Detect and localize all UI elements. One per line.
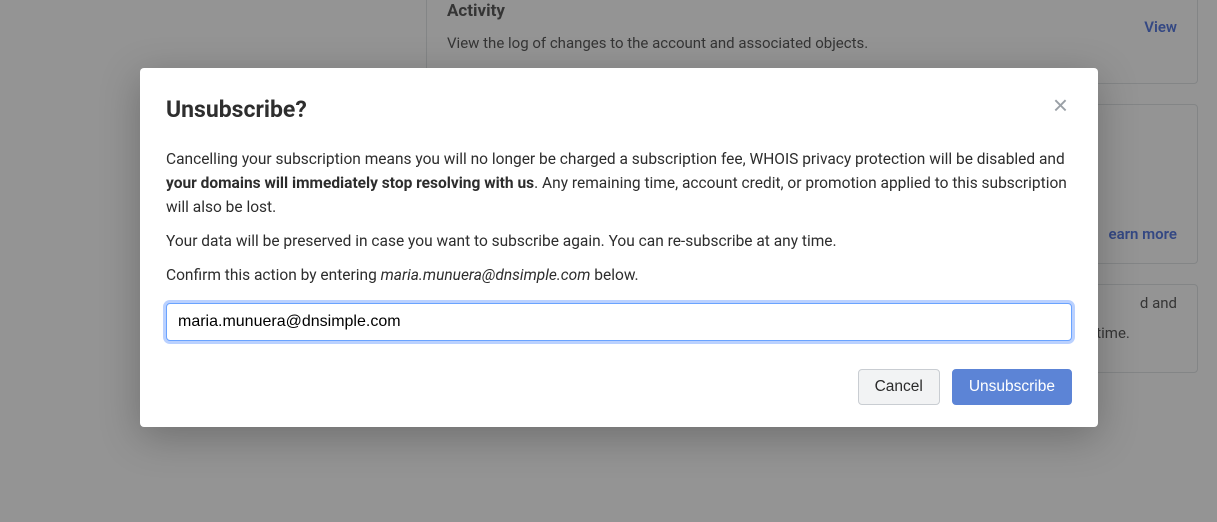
unsubscribe-modal: Unsubscribe? × Cancelling your subscript… bbox=[140, 68, 1098, 427]
modal-preserve-paragraph: Your data will be preserved in case you … bbox=[166, 229, 1072, 253]
modal-confirm-paragraph: Confirm this action by entering maria.mu… bbox=[166, 263, 1072, 287]
close-icon[interactable]: × bbox=[1049, 92, 1072, 118]
unsubscribe-button[interactable]: Unsubscribe bbox=[952, 369, 1072, 405]
cancel-button[interactable]: Cancel bbox=[858, 369, 940, 405]
modal-title: Unsubscribe? bbox=[166, 96, 307, 123]
modal-warning-paragraph: Cancelling your subscription means you w… bbox=[166, 147, 1072, 219]
confirm-email-input[interactable] bbox=[166, 303, 1072, 341]
